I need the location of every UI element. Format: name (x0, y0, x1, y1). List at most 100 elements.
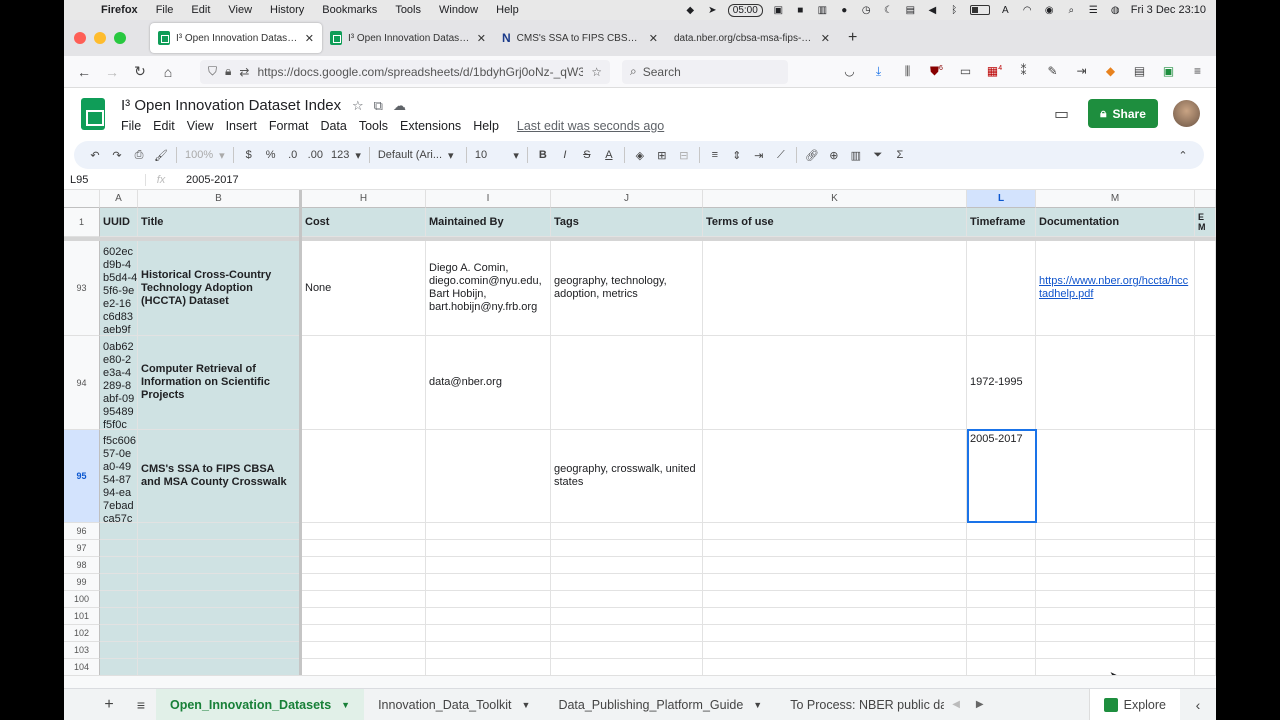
empty-cell[interactable] (967, 523, 1036, 540)
cell-uuid[interactable]: f5c606 57-0e a0-49 54-87 94-ea 7ebad ca5… (100, 430, 138, 523)
cell-title[interactable]: Computer Retrieval of Information on Sci… (138, 336, 300, 430)
documentation-link[interactable]: https://www.nber.org/hccta/hcctadhelp.pd… (1039, 275, 1191, 301)
chevron-down-icon[interactable]: ▼ (341, 700, 350, 710)
cell-documentation[interactable]: https://www.nber.org/hccta/hcctadhelp.pd… (1036, 241, 1195, 336)
comment-history-icon[interactable]: ▭ (1054, 104, 1069, 124)
zoom-select[interactable]: 100% ▾ (185, 149, 225, 162)
menubar-app-name[interactable]: Firefox (92, 4, 147, 16)
browser-tab-2[interactable]: I³ Open Innovation Dataset Index ✕ (322, 23, 494, 53)
tracking-shield-icon[interactable]: ⛉ (208, 64, 217, 79)
sheet-tab-open-innovation-datasets[interactable]: Open_Innovation_Datasets ▼ (156, 688, 365, 720)
cell-maintained-by[interactable]: Diego A. Comin, diego.comin@nyu.edu, Bar… (426, 241, 551, 336)
star-icon[interactable]: ☆ (352, 98, 364, 114)
menubar-bookmarks[interactable]: Bookmarks (313, 4, 386, 16)
empty-cell[interactable] (100, 557, 138, 574)
menu-data[interactable]: Data (320, 119, 346, 133)
strikethrough-icon[interactable]: S (580, 149, 594, 161)
formula-input[interactable]: 2005-2017 (176, 174, 239, 186)
select-all-corner[interactable] (64, 190, 100, 208)
fill-color-icon[interactable]: ◈ (633, 149, 647, 162)
header-cell-uuid[interactable]: UUID (100, 208, 138, 237)
text-wrapping-icon[interactable]: ⇥ (752, 149, 766, 162)
row-header-104[interactable]: 104 (64, 659, 100, 675)
empty-cell[interactable] (426, 574, 551, 591)
library-icon[interactable]: ⫼ (899, 64, 916, 79)
sheet-tab-to-process-nber[interactable]: To Process: NBER public dat (776, 689, 944, 720)
column-header-b[interactable]: B (138, 190, 300, 208)
empty-cell[interactable] (1195, 540, 1216, 557)
app-tray-icon[interactable]: ▣ (772, 5, 785, 16)
document-title[interactable]: I³ Open Innovation Dataset Index (121, 97, 341, 114)
header-cell-timeframe[interactable]: Timeframe (967, 208, 1036, 237)
column-header-i[interactable]: I (426, 190, 551, 208)
menubar-edit[interactable]: Edit (182, 4, 219, 16)
menu-tools[interactable]: Tools (359, 119, 388, 133)
empty-cell[interactable] (1195, 574, 1216, 591)
cell-documentation[interactable] (1036, 430, 1195, 523)
empty-cell[interactable] (426, 608, 551, 625)
menu-format[interactable]: Format (269, 119, 309, 133)
column-header-next[interactable] (1195, 190, 1216, 208)
cell-timeframe[interactable] (967, 241, 1036, 336)
currency-format-button[interactable]: $ (242, 149, 256, 161)
empty-cell[interactable] (138, 642, 300, 659)
cell-maintained-by[interactable]: data@nber.org (426, 336, 551, 430)
empty-cell[interactable] (302, 608, 426, 625)
empty-cell[interactable] (100, 608, 138, 625)
empty-cell[interactable] (302, 574, 426, 591)
row-header-1[interactable]: 1 (64, 208, 100, 237)
empty-cell[interactable] (100, 625, 138, 642)
empty-cell[interactable] (1036, 642, 1195, 659)
cloud-status-icon[interactable]: ☁ (393, 98, 406, 114)
borders-icon[interactable]: ⊞ (655, 149, 669, 162)
empty-cell[interactable] (302, 523, 426, 540)
empty-cell[interactable] (1195, 625, 1216, 642)
minimize-window-button[interactable] (94, 32, 106, 44)
empty-cell[interactable] (703, 523, 967, 540)
empty-cell[interactable] (967, 659, 1036, 675)
horizontal-align-icon[interactable]: ≡ (708, 149, 722, 161)
empty-cell[interactable] (551, 642, 703, 659)
row-header-93[interactable]: 93 (64, 241, 100, 336)
frozen-column-divider[interactable] (299, 190, 302, 675)
row-header-102[interactable]: 102 (64, 625, 100, 642)
cell-terms-of-use[interactable] (703, 430, 967, 523)
back-icon[interactable]: ← (70, 64, 98, 80)
insert-link-icon[interactable]: 🔗︎ (805, 149, 819, 162)
empty-cell[interactable] (302, 642, 426, 659)
header-cell-terms-of-use[interactable]: Terms of use (703, 208, 967, 237)
empty-cell[interactable] (703, 625, 967, 642)
add-sheet-icon[interactable]: + (92, 696, 126, 714)
cell-timeframe[interactable]: 1972-1995 (967, 336, 1036, 430)
empty-cell[interactable] (1195, 642, 1216, 659)
empty-cell[interactable] (138, 540, 300, 557)
sheets-logo-icon[interactable] (81, 98, 105, 130)
merge-cells-icon[interactable]: ⊟ (677, 149, 691, 162)
column-header-l[interactable]: L (967, 190, 1036, 208)
menu-help[interactable]: Help (473, 119, 499, 133)
empty-cell[interactable] (551, 574, 703, 591)
empty-cell[interactable] (1036, 574, 1195, 591)
row-header-99[interactable]: 99 (64, 574, 100, 591)
italic-icon[interactable]: I (558, 149, 572, 161)
cell-cost[interactable]: None (302, 241, 426, 336)
filter-icon[interactable]: ⏷ (871, 149, 885, 162)
column-header-h[interactable]: H (302, 190, 426, 208)
menu-insert[interactable]: Insert (226, 119, 257, 133)
empty-cell[interactable] (426, 591, 551, 608)
percent-format-button[interactable]: % (264, 149, 278, 161)
empty-cell[interactable] (551, 523, 703, 540)
increase-decimal-button[interactable]: .00 (308, 149, 323, 161)
empty-cell[interactable] (551, 659, 703, 675)
sheet-tab-data-publishing-platform-guide[interactable]: Data_Publishing_Platform_Guide ▼ (544, 689, 776, 720)
moon-icon[interactable]: ☾ (882, 5, 895, 16)
new-tab-icon[interactable]: + (838, 29, 867, 47)
empty-cell[interactable] (551, 608, 703, 625)
permissions-icon[interactable]: ⇄ (239, 65, 249, 79)
lock-icon[interactable]: 🔒︎ (225, 64, 231, 79)
dropbox-icon[interactable]: ◆ (684, 5, 697, 16)
font-size-select[interactable]: 10 ▾ (475, 149, 519, 162)
cell-documentation[interactable] (1036, 336, 1195, 430)
extension-arrow-icon[interactable]: ⇥ (1073, 64, 1090, 79)
move-folder-icon[interactable]: ⧉ (374, 98, 383, 114)
